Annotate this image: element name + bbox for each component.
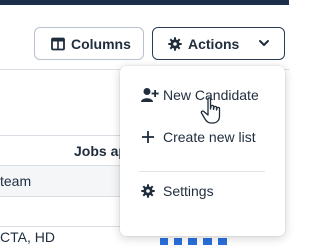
actions-button-label: Actions [188,35,240,52]
menu-item-settings[interactable]: Settings [120,177,285,205]
columns-button[interactable]: Columns [34,27,144,60]
actions-button[interactable]: Actions [152,27,285,60]
table-header-jobs[interactable]: Jobs ap [74,143,127,159]
plus-icon [141,129,159,145]
table-cell-text: team [0,173,32,189]
gear-icon [141,183,159,199]
columns-button-label: Columns [71,35,131,52]
columns-icon [51,37,65,51]
top-bar [0,0,289,5]
actions-dropdown-menu: New Candidate Create new list Settings [120,66,285,236]
user-plus-icon [141,87,159,103]
table-cell-text: CTA, HD [0,229,55,245]
menu-item-label: Create new list [163,129,256,145]
menu-item-label: Settings [163,183,214,199]
gear-icon [168,36,182,51]
menu-divider [139,171,265,172]
hand-cursor-icon [200,97,224,125]
menu-item-create-new-list[interactable]: Create new list [120,123,285,151]
chevron-down-icon [258,36,270,48]
